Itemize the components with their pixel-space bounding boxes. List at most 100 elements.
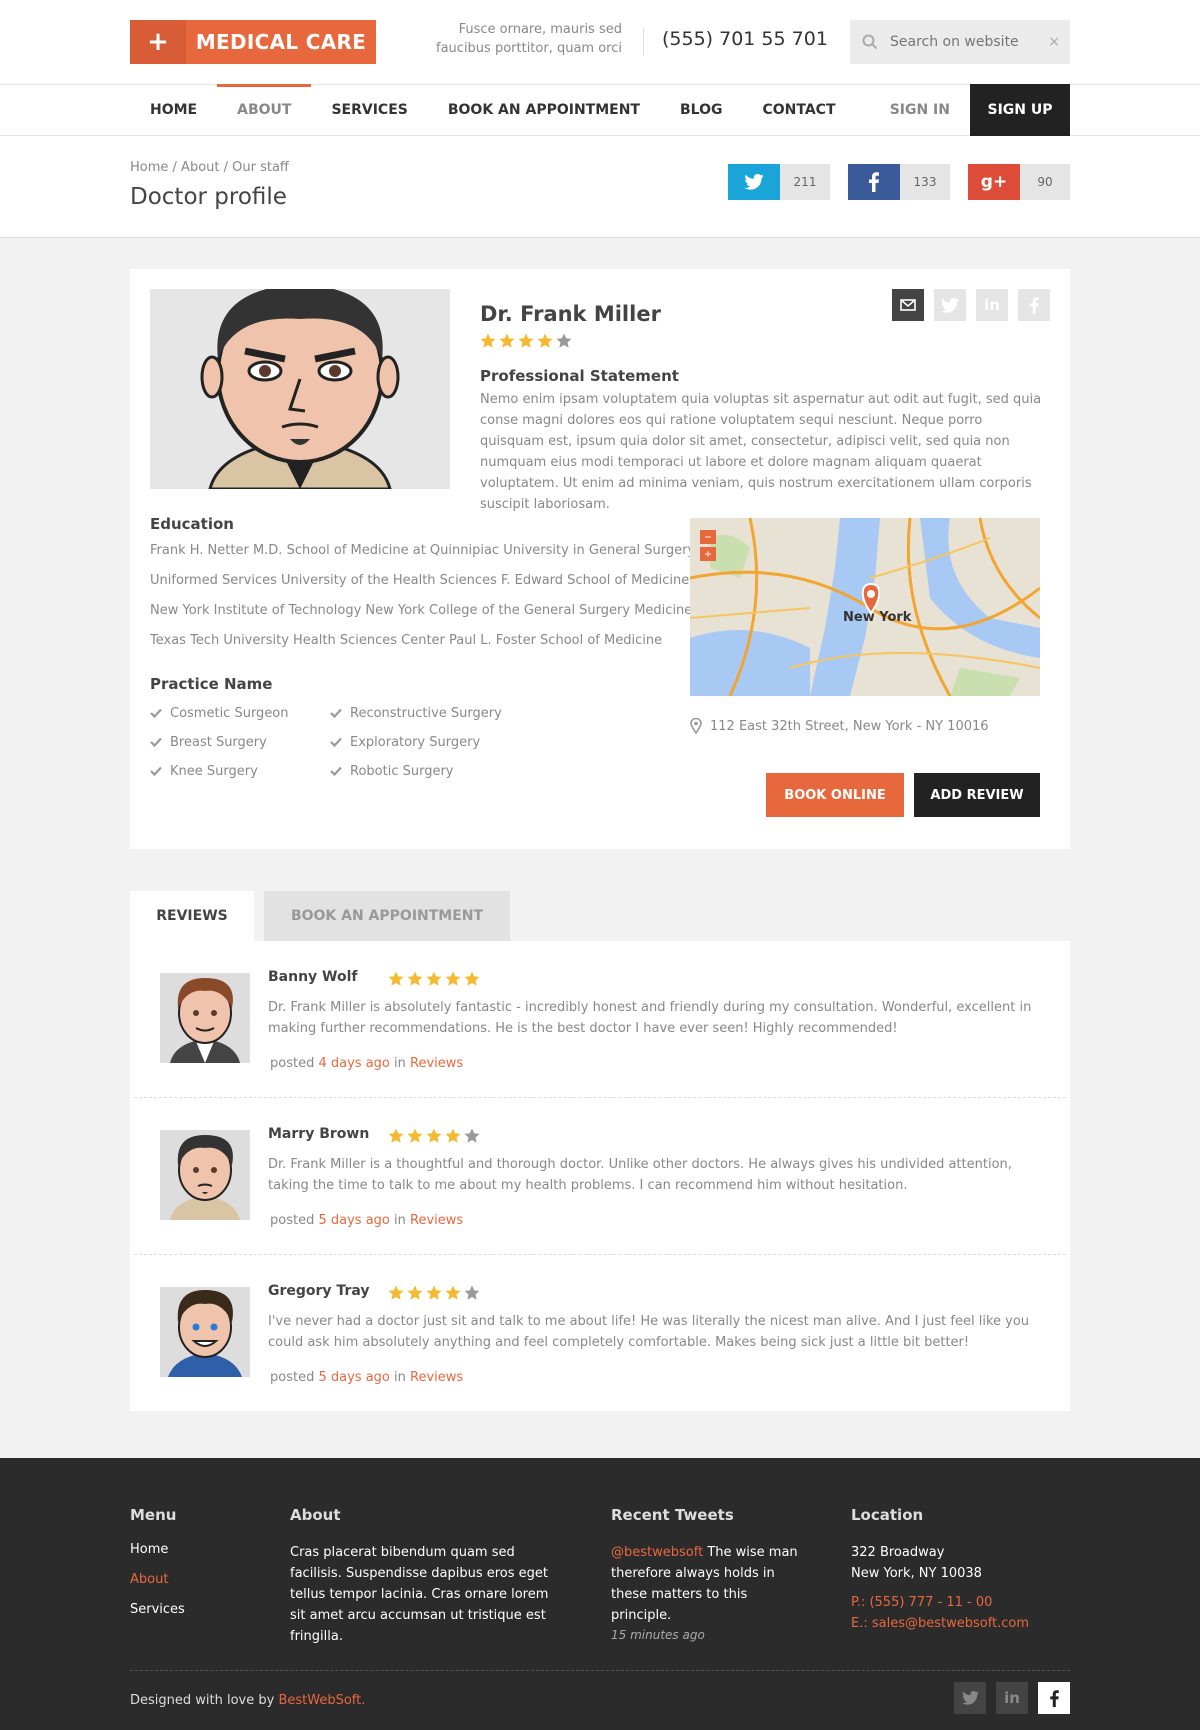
footer-email[interactable]: E.: sales@bestwebsoft.com bbox=[851, 1613, 1029, 1634]
doctor-profile-card: Dr. Frank Miller in Professional Stateme… bbox=[130, 269, 1070, 849]
star-icon bbox=[426, 971, 442, 986]
review-text: Dr. Frank Miller is a thoughtful and tho… bbox=[268, 1157, 1012, 1193]
star-icon bbox=[426, 1285, 442, 1300]
check-icon bbox=[330, 766, 342, 776]
location-map[interactable]: − + New York bbox=[690, 518, 1040, 696]
facebook-share[interactable]: 133 bbox=[848, 164, 950, 200]
avatar bbox=[160, 1287, 250, 1377]
footer-tweets: Recent Tweets @bestwebsoft The wise man … bbox=[611, 1506, 811, 1644]
review-category-link[interactable]: Reviews bbox=[410, 1213, 463, 1228]
education-item: Uniformed Services University of the Hea… bbox=[150, 573, 690, 588]
footer-link-home[interactable]: Home bbox=[130, 1542, 185, 1572]
twitter-icon[interactable] bbox=[934, 289, 966, 321]
footer-about-text: Cras placerat bibendum quam sed facilisi… bbox=[290, 1545, 549, 1644]
breadcrumb-about[interactable]: About bbox=[181, 160, 219, 175]
star-icon bbox=[407, 1285, 423, 1300]
review-meta: posted 5 days ago in Reviews bbox=[270, 1213, 464, 1228]
page-title-bar: Home / About / Our staff Doctor profile … bbox=[0, 136, 1200, 238]
review-item: Marry Brown Dr. Frank Miller is a though… bbox=[134, 1098, 1066, 1255]
tweet: @bestwebsoft The wise man therefore alwa… bbox=[611, 1542, 811, 1626]
doctor-photo bbox=[150, 289, 450, 489]
practice-item: Cosmetic Surgeon bbox=[150, 703, 330, 723]
practice-item: Knee Surgery bbox=[150, 761, 330, 781]
reviews-list: Banny Wolf Dr. Frank Miller is absolutel… bbox=[130, 941, 1070, 1411]
logo-plus-icon: + bbox=[130, 20, 186, 64]
review-rating bbox=[388, 971, 480, 987]
profile-tabs: REVIEWS BOOK AN APPOINTMENT bbox=[130, 891, 510, 941]
star-icon bbox=[445, 1128, 461, 1143]
sign-up-button[interactable]: SIGN UP bbox=[970, 84, 1070, 136]
check-icon bbox=[150, 737, 162, 747]
footer-link-services[interactable]: Services bbox=[130, 1602, 185, 1632]
review-date-link[interactable]: 5 days ago bbox=[318, 1370, 389, 1385]
email-icon[interactable] bbox=[892, 289, 924, 321]
star-icon bbox=[464, 971, 480, 986]
linkedin-icon[interactable]: in bbox=[996, 1682, 1028, 1714]
star-icon bbox=[464, 1285, 480, 1300]
footer-about-heading: About bbox=[290, 1506, 341, 1524]
review-item: Gregory Tray I've never had a doctor jus… bbox=[134, 1255, 1066, 1412]
footer-link-about[interactable]: About bbox=[130, 1572, 185, 1602]
tab-reviews[interactable]: REVIEWS bbox=[130, 891, 254, 941]
education-heading: Education bbox=[150, 515, 234, 533]
linkedin-icon[interactable]: in bbox=[976, 289, 1008, 321]
facebook-icon[interactable] bbox=[1038, 1682, 1070, 1714]
nav-book-appointment[interactable]: BOOK AN APPOINTMENT bbox=[428, 85, 660, 135]
nav-home[interactable]: HOME bbox=[130, 85, 217, 135]
twitter-share[interactable]: 211 bbox=[728, 164, 830, 200]
review-meta: posted 4 days ago in Reviews bbox=[270, 1056, 464, 1071]
review-item: Banny Wolf Dr. Frank Miller is absolutel… bbox=[134, 941, 1066, 1098]
svg-text:+: + bbox=[704, 547, 711, 561]
footer-location: Location 322 Broadway New York, NY 10038… bbox=[851, 1506, 1029, 1634]
logo-name: MEDICAL CARE bbox=[186, 20, 376, 64]
footer-social: in bbox=[954, 1682, 1070, 1714]
footer-tweets-heading: Recent Tweets bbox=[611, 1506, 734, 1524]
check-icon bbox=[330, 737, 342, 747]
twitter-icon[interactable] bbox=[954, 1682, 986, 1714]
star-icon bbox=[518, 333, 534, 348]
sign-in-link[interactable]: SIGN IN bbox=[870, 85, 970, 135]
search-box[interactable]: × bbox=[850, 20, 1070, 64]
header-phone: (555) 701 55 701 bbox=[662, 28, 828, 50]
nav-contact[interactable]: CONTACT bbox=[742, 85, 855, 135]
avatar bbox=[160, 1130, 250, 1220]
search-icon bbox=[850, 34, 890, 50]
search-input[interactable] bbox=[890, 34, 1030, 50]
review-text: Dr. Frank Miller is absolutely fantastic… bbox=[268, 1000, 1032, 1036]
clear-search-icon[interactable]: × bbox=[1048, 34, 1060, 50]
reviewer-name: Gregory Tray bbox=[268, 1283, 370, 1299]
education-item: Texas Tech University Health Sciences Ce… bbox=[150, 633, 663, 648]
site-header: + MEDICAL CARE Fusce ornare, mauris sed … bbox=[0, 0, 1200, 84]
add-review-button[interactable]: ADD REVIEW bbox=[914, 773, 1040, 817]
review-rating bbox=[388, 1285, 480, 1301]
review-date-link[interactable]: 4 days ago bbox=[318, 1056, 389, 1071]
logo[interactable]: + MEDICAL CARE bbox=[130, 20, 376, 64]
tab-book-appointment[interactable]: BOOK AN APPOINTMENT bbox=[264, 891, 510, 941]
footer-phone[interactable]: P.: (555) 777 - 11 - 00 bbox=[851, 1592, 1029, 1613]
header-tagline: Fusce ornare, mauris sed faucibus portti… bbox=[436, 22, 622, 56]
facebook-icon[interactable] bbox=[1018, 289, 1050, 321]
copyright-link[interactable]: BestWebSoft. bbox=[278, 1693, 365, 1708]
facebook-count: 133 bbox=[900, 164, 950, 200]
star-icon bbox=[426, 1128, 442, 1143]
review-category-link[interactable]: Reviews bbox=[410, 1056, 463, 1071]
footer-divider bbox=[130, 1670, 1070, 1671]
review-category-link[interactable]: Reviews bbox=[410, 1370, 463, 1385]
nav-services[interactable]: SERVICES bbox=[311, 85, 427, 135]
star-icon bbox=[537, 333, 553, 348]
breadcrumb-home[interactable]: Home bbox=[130, 160, 168, 175]
nav-blog[interactable]: BLOG bbox=[660, 85, 743, 135]
google-plus-share[interactable]: g+ 90 bbox=[968, 164, 1070, 200]
review-text: I've never had a doctor just sit and tal… bbox=[268, 1314, 1030, 1350]
footer-location-heading: Location bbox=[851, 1506, 924, 1524]
doctor-name: Dr. Frank Miller bbox=[480, 302, 661, 326]
site-footer: Menu Home About Services About Cras plac… bbox=[0, 1458, 1200, 1730]
book-online-button[interactable]: BOOK ONLINE bbox=[766, 773, 904, 817]
map-city-label: New York bbox=[843, 610, 912, 625]
header-divider bbox=[643, 28, 644, 56]
footer-street: 322 Broadway bbox=[851, 1545, 945, 1560]
footer-menu-heading: Menu bbox=[130, 1506, 177, 1524]
tweet-handle[interactable]: @bestwebsoft bbox=[611, 1545, 703, 1560]
review-date-link[interactable]: 5 days ago bbox=[318, 1213, 389, 1228]
nav-about[interactable]: ABOUT bbox=[217, 84, 312, 135]
